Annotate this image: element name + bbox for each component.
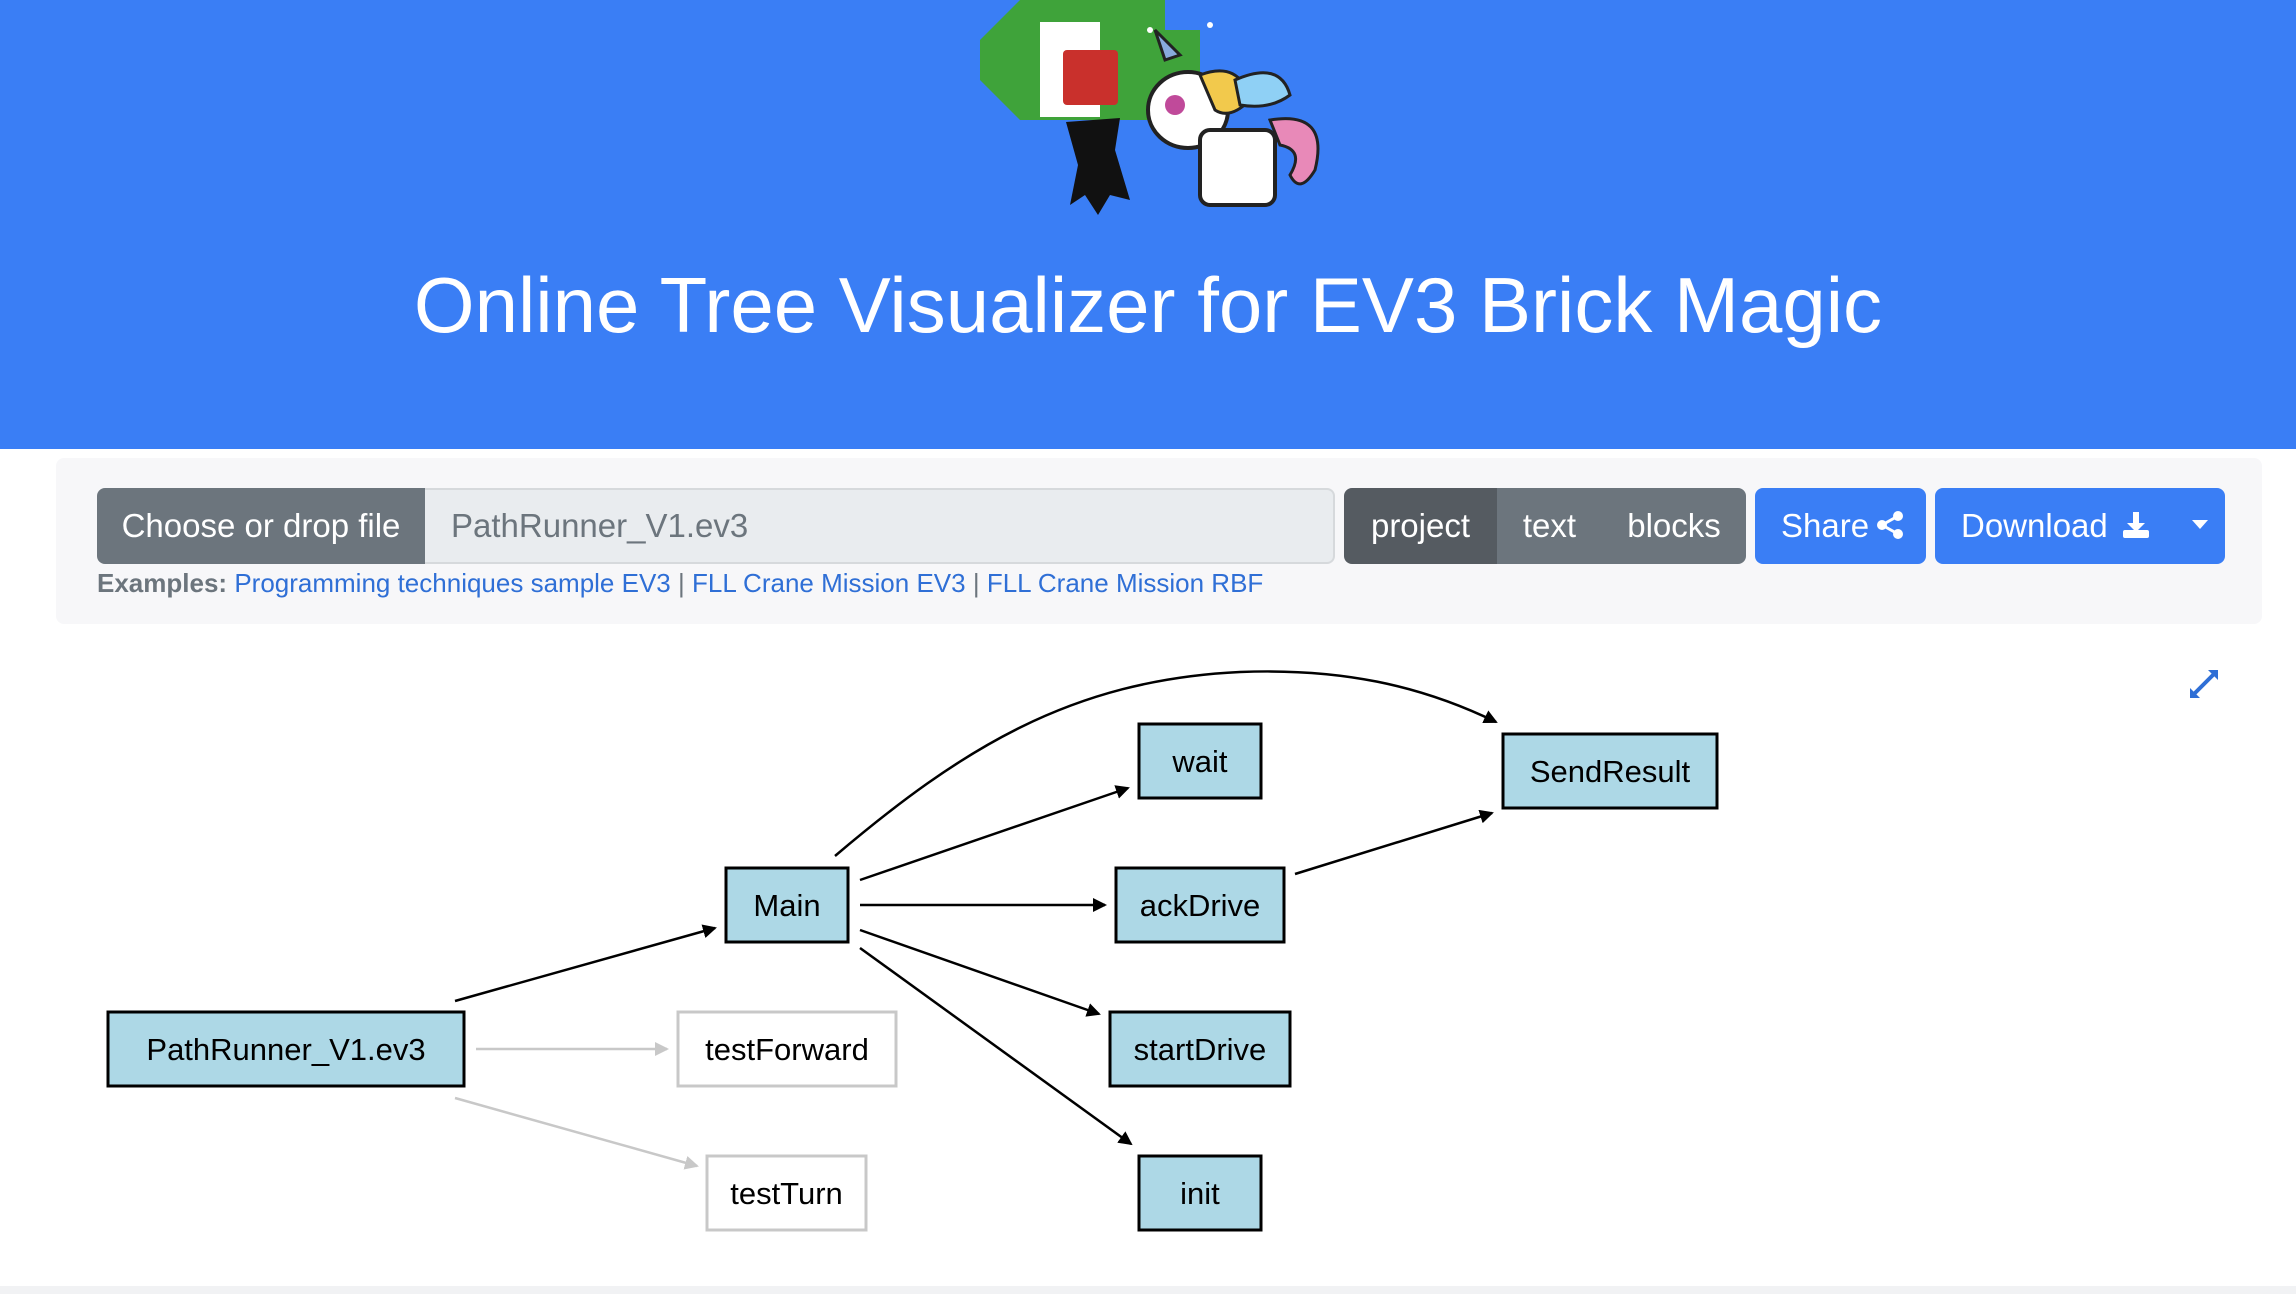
tab-project[interactable]: project [1344, 488, 1497, 564]
page-title: Online Tree Visualizer for EV3 Brick Mag… [413, 261, 1883, 349]
examples-separator: | [972, 568, 980, 598]
graph-node[interactable]: Main [724, 866, 850, 944]
bottom-divider [0, 1286, 2296, 1294]
graph-edge [454, 1096, 699, 1170]
graph-node-label: testForward [705, 1032, 869, 1067]
examples-label: Examples: [97, 568, 228, 598]
project-tree-graph: PathRunner_V1.ev3 Main testForward testTurn… [106, 670, 1719, 1232]
page-header: Online Tree Visualizer for EV3 Brick Mag… [0, 0, 2296, 449]
download-label: Download [1961, 507, 2108, 544]
download-icon [2123, 512, 2149, 538]
tab-text[interactable]: text [1497, 488, 1602, 564]
share-icon [1877, 511, 1903, 539]
app-logo [980, 0, 1320, 215]
graph-node[interactable]: wait [1137, 722, 1263, 800]
share-button[interactable]: Share [1755, 488, 1926, 564]
graph-node[interactable]: testTurn [705, 1154, 868, 1232]
graph-node[interactable]: ackDrive [1114, 866, 1286, 944]
share-label: Share [1781, 507, 1870, 544]
graph-edge [454, 924, 717, 1003]
examples-separator: | [678, 568, 685, 598]
chevron-down-icon[interactable] [2191, 519, 2209, 531]
example-link-programming-techniques[interactable]: Programming techniques sample EV3 [234, 568, 670, 598]
graph-node-label: SendResult [1530, 754, 1691, 789]
graph-node[interactable]: testForward [676, 1010, 898, 1088]
graph-node-label: PathRunner_V1.ev3 [146, 1032, 425, 1067]
graph-node-label: testTurn [730, 1176, 843, 1211]
choose-file-button[interactable]: Choose or drop file [97, 488, 425, 564]
file-name-field[interactable]: PathRunner_V1.ev3 [425, 488, 1335, 564]
graph-node[interactable]: SendResult [1501, 732, 1719, 810]
graph-node[interactable]: init [1137, 1154, 1263, 1232]
graph-node-label: startDrive [1134, 1032, 1267, 1067]
graph-edge [859, 785, 1130, 882]
examples-row: Examples: Programming techniques sample … [97, 566, 1263, 600]
graph-node-label: init [1180, 1176, 1220, 1211]
tab-blocks[interactable]: blocks [1602, 488, 1746, 564]
graph-node-label: Main [753, 888, 820, 923]
graph-node[interactable]: startDrive [1108, 1010, 1292, 1088]
graph-edge [1294, 809, 1494, 876]
graph-node[interactable]: PathRunner_V1.ev3 [106, 1010, 466, 1088]
graph-node-label: ackDrive [1140, 888, 1261, 923]
example-link-fll-crane-ev3[interactable]: FLL Crane Mission EV3 [692, 568, 966, 598]
download-button[interactable]: Download [1935, 488, 2225, 564]
graph-node-label: wait [1171, 744, 1228, 779]
example-link-fll-crane-rbf[interactable]: FLL Crane Mission RBF [987, 568, 1263, 598]
graph-edge [859, 928, 1101, 1017]
